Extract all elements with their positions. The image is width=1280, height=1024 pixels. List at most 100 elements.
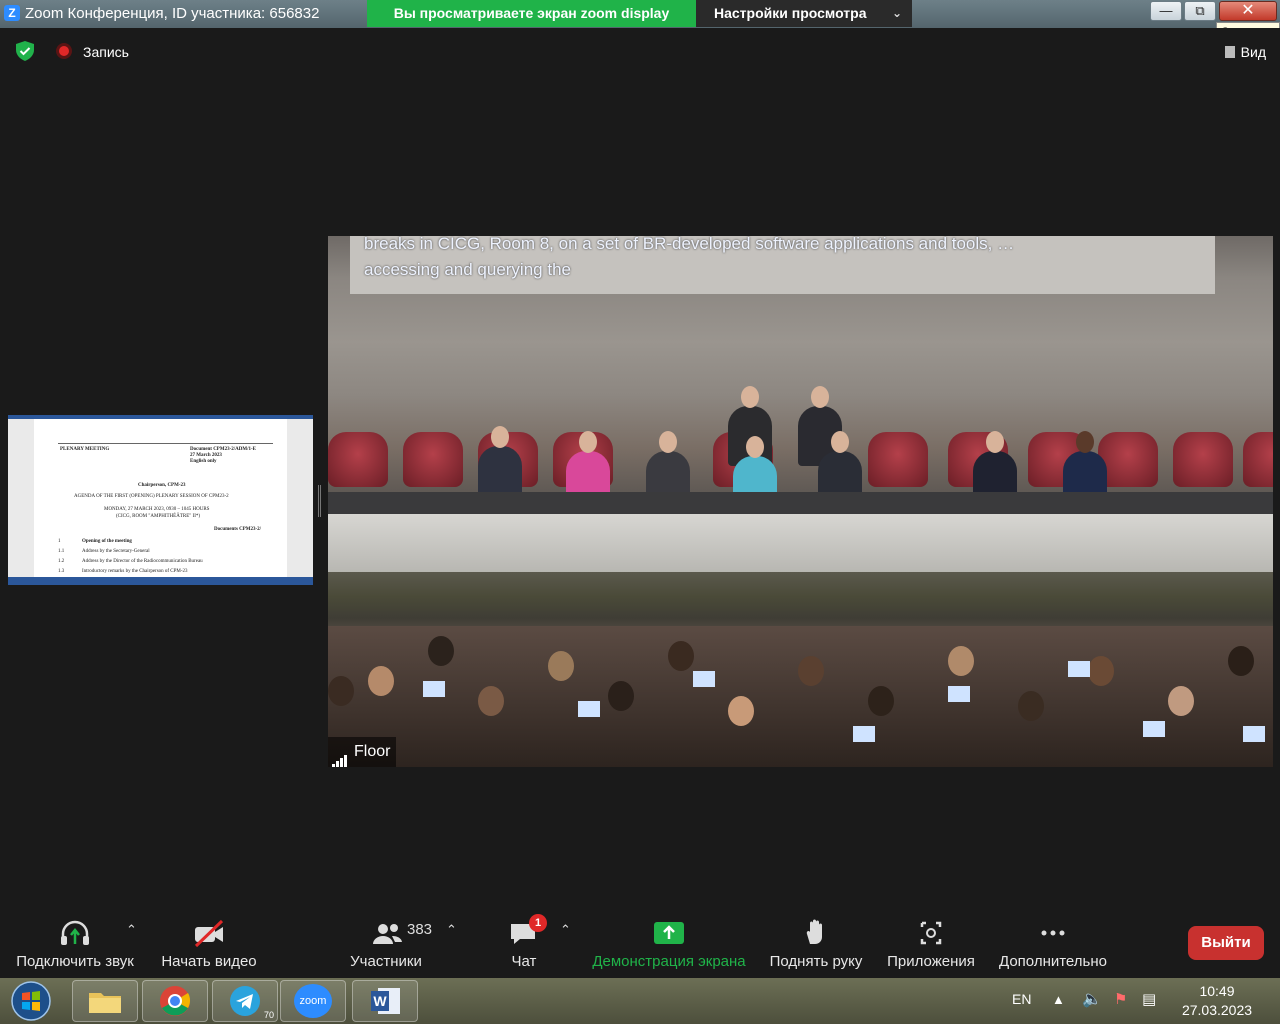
chat-options-caret[interactable]: ⌃ xyxy=(560,922,571,938)
meeting-toolbar: ⌃ Подключить звук Начать видео 383 ⌃ Уча… xyxy=(0,908,1280,978)
taskbar-explorer[interactable] xyxy=(72,980,138,1022)
join-audio-label: Подключить звук xyxy=(16,953,134,970)
network-icon[interactable]: ▤ xyxy=(1142,990,1156,1008)
security-shield-icon[interactable] xyxy=(14,40,36,62)
telegram-icon xyxy=(230,986,260,1016)
close-button[interactable]: ✕ xyxy=(1219,1,1277,21)
screen-share-banner: Вы просматриваете экран zoom display xyxy=(367,0,696,27)
caption-screen: breaks in CICG, Room 8, on a set of BR-d… xyxy=(350,236,1215,294)
signal-strength-icon xyxy=(332,739,348,767)
meeting-top-bar: Запись Вид xyxy=(0,28,1280,76)
taskbar-telegram[interactable]: 70 xyxy=(212,980,278,1022)
chat-unread-badge: 1 xyxy=(529,914,547,932)
clock-time: 10:49 xyxy=(1199,983,1235,999)
audience-area xyxy=(328,626,1273,767)
more-label: Дополнительно xyxy=(999,953,1107,970)
doc-header-right-3: English only xyxy=(190,459,217,464)
leave-meeting-button[interactable]: Выйти xyxy=(1188,926,1264,960)
apps-button[interactable]: Приложения xyxy=(882,908,980,978)
view-button-label: Вид xyxy=(1240,44,1266,60)
doc-item-num: 1 xyxy=(58,539,61,544)
word-icon: W xyxy=(371,988,400,1014)
main-video-stream[interactable]: breaks in CICG, Room 8, on a set of BR-d… xyxy=(328,236,1273,767)
window-title: Zoom Конференция, ID участника: 656832 xyxy=(25,5,320,22)
headphones-icon xyxy=(61,920,89,945)
keyboard-language[interactable]: EN xyxy=(1012,991,1031,1007)
apps-icon xyxy=(920,921,942,945)
shared-document-thumbnail[interactable]: PLENARY MEETING Document CPM23-2/ADM/1-E… xyxy=(8,415,313,585)
doc-item-num: 1.3 xyxy=(58,569,65,574)
join-audio-button[interactable]: ⌃ Подключить звук xyxy=(0,908,150,978)
more-button[interactable]: Дополнительно xyxy=(994,908,1112,978)
windows-start-button[interactable] xyxy=(4,980,58,1022)
panel-splitter-handle[interactable] xyxy=(318,485,321,517)
action-center-flag-icon[interactable]: ⚑ xyxy=(1114,990,1127,1008)
participants-button[interactable]: 383 ⌃ Участники xyxy=(330,908,457,978)
share-screen-label: Демонстрация экрана xyxy=(592,953,746,970)
volume-icon[interactable]: 🔈 xyxy=(1082,989,1102,1009)
windows-taskbar: 70 zoom W EN ▲ 🔈 ⚑ ▤ 10:49 27.03.2023 xyxy=(0,978,1280,1024)
raise-hand-button[interactable]: Поднять руку xyxy=(764,908,868,978)
podium-front xyxy=(328,514,1273,572)
tray-expand-icon[interactable]: ▲ xyxy=(1052,992,1065,1007)
participants-options-caret[interactable]: ⌃ xyxy=(446,922,457,938)
start-video-label: Начать видео xyxy=(161,953,257,970)
layout-icon xyxy=(1224,46,1235,58)
svg-text:W: W xyxy=(373,993,387,1009)
more-dots-icon xyxy=(1041,930,1065,936)
share-screen-button[interactable]: Демонстрация экрана xyxy=(588,908,750,978)
audio-options-caret[interactable]: ⌃ xyxy=(126,922,137,938)
speaker-name-label: Floor xyxy=(354,743,391,760)
telegram-unread-count: 70 xyxy=(263,1010,274,1020)
participants-label: Участники xyxy=(350,953,422,970)
video-off-icon xyxy=(194,919,224,948)
caption-line-1: breaks in CICG, Room 8, on a set of BR-d… xyxy=(364,236,1015,253)
raise-hand-label: Поднять руку xyxy=(769,953,863,970)
view-settings-dropdown[interactable]: Настройки просмотра ⌄ xyxy=(696,0,912,27)
zoom-taskbar-icon: zoom xyxy=(294,984,332,1018)
recording-label: Запись xyxy=(83,44,129,60)
chat-label: Чат xyxy=(511,953,537,970)
participants-count: 383 xyxy=(407,921,433,938)
doc-chair: Chairperson, CPM-23 xyxy=(138,483,186,488)
doc-header-left: PLENARY MEETING xyxy=(60,447,110,452)
doc-item-text: Opening of the meeting xyxy=(82,539,132,544)
doc-item-num: 1.2 xyxy=(58,559,65,564)
doc-item-text: Address by the Secretary-General xyxy=(82,549,150,554)
share-screen-icon xyxy=(654,922,684,944)
apps-label: Приложения xyxy=(887,953,975,970)
doc-item-num: 1.1 xyxy=(58,549,65,554)
taskbar-word[interactable]: W xyxy=(352,980,418,1022)
caption-line-2: accessing and querying the xyxy=(364,260,571,279)
doc-datetime: MONDAY, 27 MARCH 2023, 0930 – 1045 HOURS xyxy=(104,507,210,512)
raise-hand-icon xyxy=(806,919,822,944)
doc-room: (CICG, ROOM "AMPHITHÉÂTRE" II*) xyxy=(116,514,201,519)
doc-header-right-1: Document CPM23-2/ADM/1-E xyxy=(190,447,256,452)
chrome-icon xyxy=(160,986,191,1016)
clock-date: 27.03.2023 xyxy=(1181,1002,1253,1018)
doc-agenda-title: AGENDA OF THE FIRST (OPENING) PLENARY SE… xyxy=(74,494,229,499)
recording-icon xyxy=(56,43,72,59)
zoom-app-icon: Z xyxy=(4,5,20,21)
taskbar-clock[interactable]: 10:49 27.03.2023 xyxy=(1180,982,1254,1020)
start-video-button[interactable]: Начать видео xyxy=(150,908,268,978)
window-titlebar: Z Zoom Конференция, ID участника: 656832… xyxy=(0,0,1280,28)
chat-button[interactable]: 1 ⌃ Чат xyxy=(494,908,571,978)
view-button[interactable]: Вид xyxy=(1224,44,1266,60)
podium-desk xyxy=(328,492,1273,514)
taskbar-zoom[interactable]: zoom xyxy=(280,980,346,1022)
participants-icon xyxy=(373,924,402,944)
document-rule xyxy=(58,443,273,444)
minimize-button[interactable]: — xyxy=(1150,1,1182,21)
taskbar-chrome[interactable] xyxy=(142,980,208,1022)
view-settings-label: Настройки просмотра xyxy=(714,5,867,21)
speaker-name-tag: Floor xyxy=(328,737,397,767)
doc-item-text: Address by the Director of the Radiocomm… xyxy=(82,559,203,564)
doc-header-right-2: 27 March 2023 xyxy=(190,453,222,458)
word-status-bar xyxy=(8,577,313,585)
maximize-button[interactable]: ⧉ xyxy=(1184,1,1216,21)
chevron-down-icon: ⌄ xyxy=(891,6,902,20)
folder-icon xyxy=(89,993,121,1013)
doc-item-text: Introductory remarks by the Chairperson … xyxy=(82,569,188,574)
doc-documents-label: Documents CPM23-2/ xyxy=(214,527,262,532)
